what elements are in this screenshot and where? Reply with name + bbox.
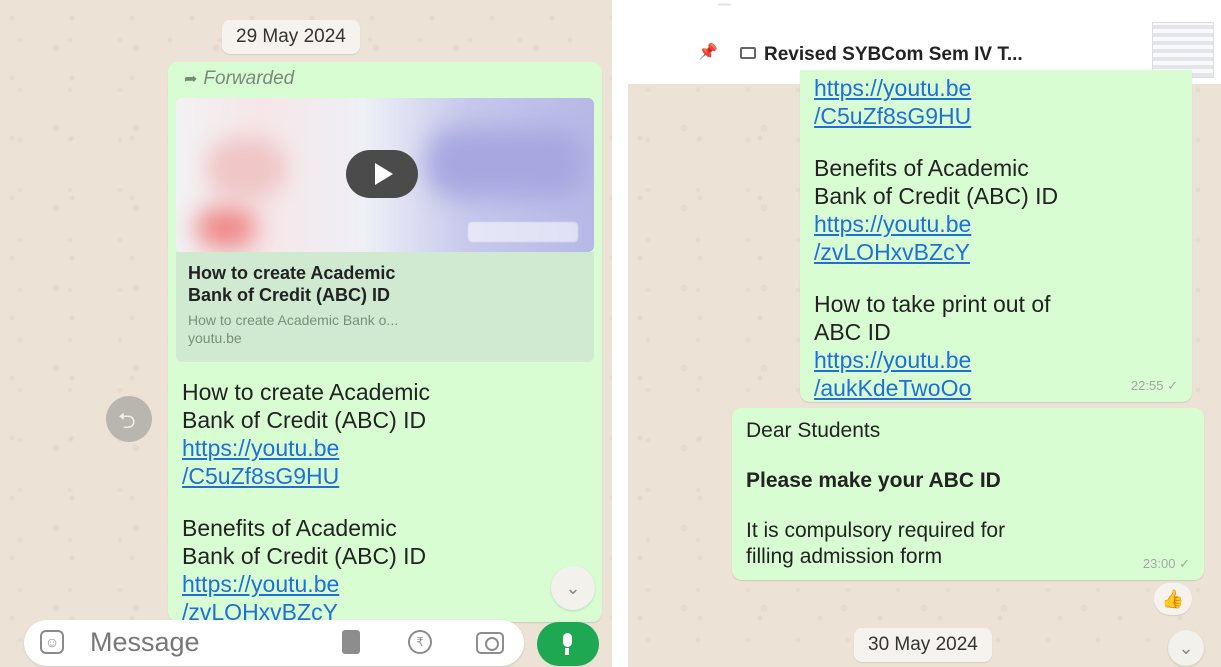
message-line: Bank of Credit (ABC) ID xyxy=(182,543,427,569)
message-text: How to create Academic Bank of Credit (A… xyxy=(182,378,592,650)
message-bubble[interactable]: Dear Students Please make your ABC ID It… xyxy=(732,408,1204,580)
message-paragraph: Benefits of Academic Bank of Credit (ABC… xyxy=(182,514,592,626)
message-input[interactable]: Message xyxy=(90,627,200,658)
pinned-title: Revised SYBCom Sem IV T... xyxy=(764,44,1023,65)
message-link[interactable]: /zvLOHxvBZcY xyxy=(814,238,1186,266)
message-line: Dear Students xyxy=(746,419,881,442)
attach-icon[interactable] xyxy=(342,630,360,654)
message-line: It is compulsory required for xyxy=(746,519,1006,542)
thumbnail-blur xyxy=(426,128,586,198)
message-bubble[interactable]: https://youtu.be /C5uZf8sG9HU Benefits o… xyxy=(800,70,1192,402)
video-thumbnail[interactable] xyxy=(176,98,594,252)
camera-icon[interactable] xyxy=(476,632,504,654)
forwarded-message-bubble[interactable]: ➦ Forwarded How to create Academic Bank o… xyxy=(168,62,602,625)
message-link[interactable]: https://youtu.be xyxy=(182,434,592,462)
message-line: ABC ID xyxy=(814,319,891,345)
thumbnail-blur xyxy=(196,208,256,248)
sent-check-icon: ✓ xyxy=(1179,556,1190,571)
message-line: How to create Academic xyxy=(182,379,431,405)
message-line: filling admission form xyxy=(746,545,943,568)
message-timestamp: 22:55 ✓ xyxy=(1131,378,1178,394)
message-text: Dear Students Please make your ABC ID It… xyxy=(746,418,1196,570)
youtube-badge-icon xyxy=(468,222,578,242)
play-icon[interactable] xyxy=(346,150,418,198)
link-preview-title-line: How to create Academic xyxy=(188,263,396,283)
message-link[interactable]: https://youtu.be xyxy=(814,74,1186,102)
message-paragraph: https://youtu.be /C5uZf8sG9HU xyxy=(814,74,1186,130)
chat-pane-right: — 📌 Revised SYBCom Sem IV T... https://y… xyxy=(628,0,1221,667)
faded-text: — xyxy=(718,0,731,11)
message-input-bar[interactable]: ☺ Message ₹ xyxy=(24,620,524,666)
mic-button[interactable] xyxy=(537,622,599,666)
thumbnail-blur xyxy=(206,138,286,198)
message-line: Benefits of Academic xyxy=(814,155,1029,181)
share-forward-icon[interactable] xyxy=(106,396,152,442)
message-link[interactable]: https://youtu.be xyxy=(814,210,1186,238)
date-chip: 30 May 2024 xyxy=(854,628,992,662)
scroll-down-button[interactable]: ⌄ xyxy=(551,566,595,610)
document-icon xyxy=(740,47,756,59)
timestamp-text: 23:00 xyxy=(1142,556,1176,571)
message-text: https://youtu.be /C5uZf8sG9HU Benefits o… xyxy=(814,74,1186,402)
message-line: Bank of Credit (ABC) ID xyxy=(182,407,427,433)
link-preview-domain: youtu.be xyxy=(188,330,242,346)
message-link[interactable]: /C5uZf8sG9HU xyxy=(814,102,1186,130)
chat-pane-left: 29 May 2024 ➦ Forwarded How to create Aca… xyxy=(0,0,612,667)
reaction-thumbs-up-icon[interactable]: 👍 xyxy=(1154,583,1192,615)
forwarded-text: Forwarded xyxy=(203,68,295,89)
scroll-down-button[interactable]: ⌄ xyxy=(1168,630,1204,666)
emoji-icon[interactable]: ☺ xyxy=(40,630,64,654)
message-timestamp: 23:00 ✓ xyxy=(1143,556,1190,572)
date-chip: 29 May 2024 xyxy=(222,20,360,54)
message-paragraph: How to create Academic Bank of Credit (A… xyxy=(182,378,592,490)
message-link[interactable]: https://youtu.be xyxy=(182,570,592,598)
timestamp-text: 22:55 xyxy=(1130,378,1164,393)
payment-icon[interactable]: ₹ xyxy=(408,630,432,654)
message-bold-line: Please make your ABC ID xyxy=(746,469,1001,492)
message-line: Benefits of Academic xyxy=(182,515,397,541)
message-paragraph: Benefits of Academic Bank of Credit (ABC… xyxy=(814,154,1186,266)
message-link[interactable]: https://youtu.be xyxy=(814,346,1186,374)
message-link[interactable]: /C5uZf8sG9HU xyxy=(182,462,592,490)
forward-arrow-icon: ➦ xyxy=(184,71,198,88)
link-preview[interactable]: How to create Academic Bank of Credit (A… xyxy=(176,252,594,362)
forwarded-label: ➦ Forwarded xyxy=(184,68,294,90)
message-line: How to take print out of xyxy=(814,291,1051,317)
link-preview-title-line: Bank of Credit (ABC) ID xyxy=(188,285,390,305)
link-preview-description: How to create Academic Bank o... xyxy=(188,312,399,328)
pin-icon: 📌 xyxy=(698,44,718,61)
message-line: Bank of Credit (ABC) ID xyxy=(814,183,1059,209)
sent-check-icon: ✓ xyxy=(1167,378,1178,393)
link-preview-title: How to create Academic Bank of Credit (A… xyxy=(188,262,582,306)
